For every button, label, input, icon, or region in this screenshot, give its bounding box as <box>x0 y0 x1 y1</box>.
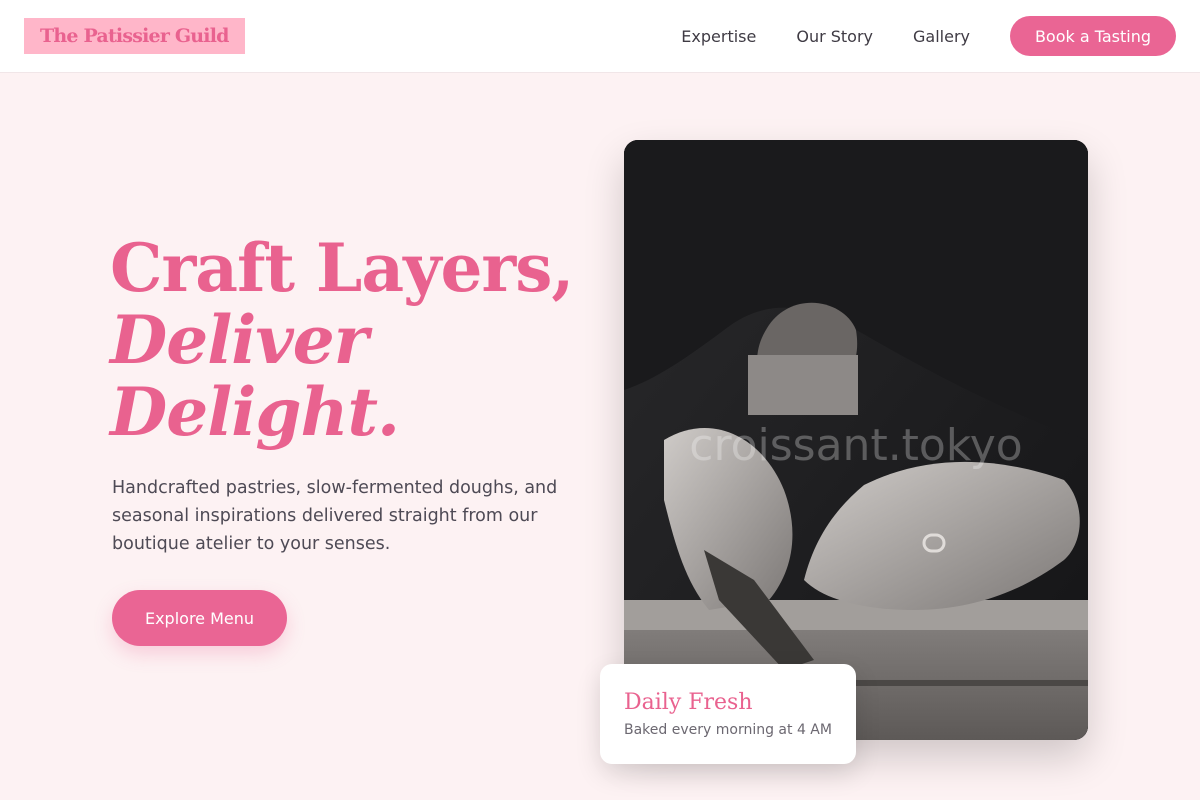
card-subtitle: Baked every morning at 4 AM <box>624 722 832 738</box>
top-navigation: The Patissier Guild Expertise Our Story … <box>0 0 1200 73</box>
daily-fresh-card: Daily Fresh Baked every morning at 4 AM <box>600 664 856 764</box>
nav-link-our-story[interactable]: Our Story <box>796 27 873 46</box>
card-title: Daily Fresh <box>624 690 753 715</box>
nav-link-gallery[interactable]: Gallery <box>913 27 970 46</box>
hero-description: Handcrafted pastries, slow-fermented dou… <box>112 478 558 554</box>
book-tasting-button[interactable]: Book a Tasting <box>1010 16 1176 56</box>
hero-title-line-3: Delight. <box>110 373 400 451</box>
hero-photo: croissant.tokyo <box>624 140 1088 740</box>
hero-title-line-1: Craft Layers, <box>110 229 574 307</box>
logo[interactable]: The Patissier Guild <box>24 18 245 54</box>
nav-link-expertise[interactable]: Expertise <box>681 27 756 46</box>
nav-links: Expertise Our Story Gallery <box>681 0 970 72</box>
hero-title: Craft Layers, Deliver Delight. <box>110 232 590 448</box>
hero-title-line-2: Deliver <box>110 301 368 379</box>
explore-menu-button[interactable]: Explore Menu <box>112 590 287 646</box>
image-watermark: croissant.tokyo <box>689 420 1023 471</box>
